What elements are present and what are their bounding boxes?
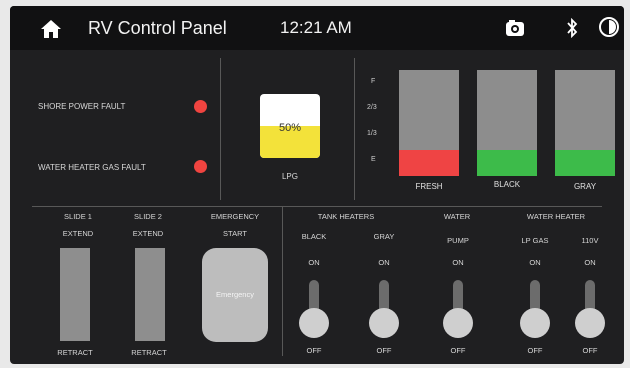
- tank-scale-label: F: [371, 78, 376, 85]
- slide-2-title: SLIDE 2: [134, 212, 162, 221]
- tank-level-fill: [555, 149, 615, 176]
- lpg-gauge: 50%: [260, 94, 320, 158]
- toggle-off-label: OFF: [527, 346, 543, 355]
- toggle-on-label: ON: [308, 258, 320, 267]
- divider: [282, 206, 283, 356]
- fault-label: WATER HEATER GAS FAULT: [38, 163, 146, 172]
- fault-indicator: [194, 160, 207, 173]
- lpg-label: LPG: [281, 172, 298, 181]
- tank-level-fill: [399, 149, 459, 176]
- toggle-on-label: ON: [529, 258, 541, 267]
- tank-scale-label: 2/3: [367, 104, 377, 111]
- brightness-icon[interactable]: [598, 16, 620, 38]
- lpg-percent: 50%: [278, 122, 302, 134]
- toggle-label: BLACK: [301, 232, 327, 241]
- divider: [354, 58, 355, 200]
- fault-label: SHORE POWER FAULT: [38, 102, 126, 111]
- slide-2-retract-label: RETRACT: [131, 348, 167, 357]
- toggle-on-label: ON: [584, 258, 596, 267]
- slide-1-extend-button[interactable]: [60, 248, 90, 295]
- toggle-knob[interactable]: [369, 308, 399, 338]
- tank-label: GRAY: [573, 182, 597, 191]
- bluetooth-icon[interactable]: [566, 18, 578, 38]
- water-heater-header: WATER HEATER: [526, 212, 586, 221]
- slide-1-title: SLIDE 1: [64, 212, 92, 221]
- fault-indicator: [194, 100, 207, 113]
- camera-icon[interactable]: [504, 18, 528, 38]
- toggle-on-label: ON: [452, 258, 464, 267]
- tank-gray: [555, 70, 615, 176]
- top-bar: RV Control Panel 12:21 AM: [10, 6, 624, 50]
- slide-2-retract-button[interactable]: [135, 295, 165, 341]
- toggle-label: GRAY: [373, 232, 395, 241]
- emergency-button-label: Emergency: [216, 290, 254, 299]
- toggle-label: PUMP: [447, 236, 469, 245]
- emergency-subtitle: START: [223, 229, 247, 238]
- toggle-on-label: ON: [378, 258, 390, 267]
- toggle-off-label: OFF: [376, 346, 392, 355]
- app-title: RV Control Panel: [88, 18, 227, 38]
- slide-1-retract-button[interactable]: [60, 295, 90, 341]
- slide-1-extend-label: EXTEND: [62, 229, 94, 238]
- tank-black: [477, 70, 537, 176]
- emergency-start-button[interactable]: Emergency: [202, 248, 268, 342]
- slide-2-extend-label: EXTEND: [132, 229, 164, 238]
- tank-fresh: [399, 70, 459, 176]
- tank-level-fill: [477, 149, 537, 176]
- divider: [220, 58, 221, 200]
- divider: [32, 206, 602, 207]
- tank-label: BLACK: [493, 180, 521, 189]
- toggle-knob[interactable]: [575, 308, 605, 338]
- rv-control-screen: RV Control Panel 12:21 AM SHORE POWER FA…: [10, 6, 624, 364]
- toggle-label: 110V: [581, 236, 599, 245]
- tank-label: FRESH: [415, 182, 443, 191]
- tank-scale-label: E: [371, 156, 376, 163]
- slide-2-extend-button[interactable]: [135, 248, 165, 295]
- water-header: WATER: [443, 212, 471, 221]
- toggle-knob[interactable]: [443, 308, 473, 338]
- tank-heaters-header: TANK HEATERS: [317, 212, 375, 221]
- toggle-off-label: OFF: [306, 346, 322, 355]
- clock: 12:21 AM: [280, 18, 352, 37]
- tank-scale-label: 1/3: [367, 130, 377, 137]
- slide-1-retract-label: RETRACT: [57, 348, 93, 357]
- toggle-label: LP GAS: [521, 236, 549, 245]
- toggle-knob[interactable]: [299, 308, 329, 338]
- toggle-off-label: OFF: [450, 346, 466, 355]
- emergency-title: EMERGENCY: [210, 212, 260, 221]
- toggle-off-label: OFF: [582, 346, 598, 355]
- home-icon[interactable]: [40, 19, 62, 39]
- toggle-knob[interactable]: [520, 308, 550, 338]
